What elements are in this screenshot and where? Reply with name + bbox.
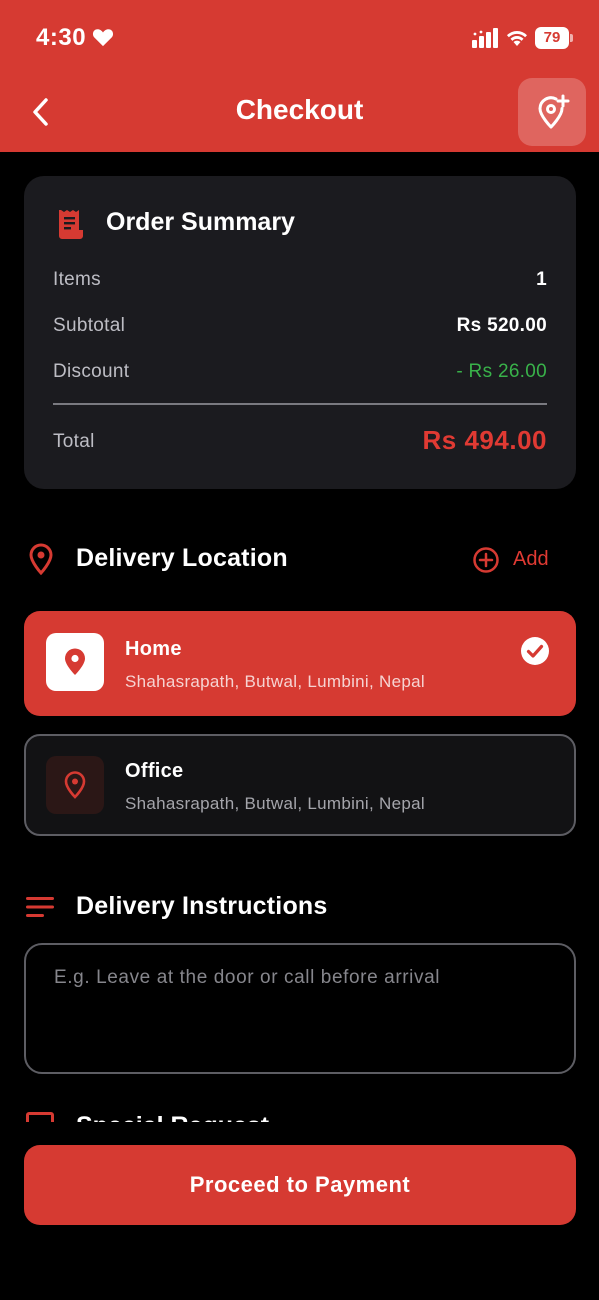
summary-divider (53, 403, 547, 405)
heart-icon (92, 29, 114, 47)
receipt-icon (59, 210, 83, 239)
wifi-icon (507, 30, 527, 46)
add-address-label: Add (513, 548, 549, 570)
summary-row-subtotal: Subtotal Rs 520.00 (53, 315, 547, 337)
total-label: Total (53, 431, 95, 452)
address-card-home[interactable]: Home Shahasrapath, Butwal, Lumbini, Nepa… (24, 611, 576, 716)
summary-row-discount: Discount - Rs 26.00 (53, 361, 547, 383)
add-address-button[interactable]: Add (472, 546, 562, 574)
special-request-title: Special Request (76, 1112, 269, 1122)
add-location-button[interactable] (518, 78, 586, 146)
address-name: Home (125, 638, 182, 660)
location-pin-icon (29, 543, 53, 575)
summary-row-items: Items 1 (53, 269, 547, 291)
delivery-instructions-input[interactable] (26, 945, 574, 1072)
subtotal-value: Rs 520.00 (456, 315, 547, 336)
battery-icon: 79 (535, 27, 575, 49)
address-name: Office (125, 760, 184, 782)
discount-label: Discount (53, 361, 130, 382)
status-bar: 4:30 79 (0, 0, 599, 76)
delivery-instructions-title: Delivery Instructions (76, 892, 328, 920)
location-pin-icon (65, 648, 85, 675)
add-location-icon (538, 94, 570, 129)
address-line: Shahasrapath, Butwal, Lumbini, Nepal (125, 794, 425, 813)
address-icon-box (46, 633, 104, 691)
address-icon-box (46, 756, 104, 814)
order-summary-heading: Order Summary (106, 208, 295, 236)
address-card-office[interactable]: Office Shahasrapath, Butwal, Lumbini, Ne… (24, 734, 576, 836)
total-value: Rs 494.00 (422, 425, 547, 455)
check-circle-icon (521, 637, 549, 665)
header-bar: 4:30 79 Checkout (0, 0, 599, 152)
address-line: Shahasrapath, Butwal, Lumbini, Nepal (125, 672, 425, 691)
add-circle-icon (473, 547, 499, 573)
location-pin-icon (64, 771, 86, 799)
subtotal-label: Subtotal (53, 315, 126, 336)
discount-value: - Rs 26.00 (456, 361, 547, 382)
special-request-section: Special Request (24, 1112, 584, 1122)
summary-row-total: Total Rs 494.00 (53, 425, 547, 455)
delivery-instructions-field[interactable] (24, 943, 576, 1074)
order-summary-card: Order Summary Items 1 Subtotal Rs 520.00… (24, 176, 576, 489)
signal-icon (472, 28, 498, 48)
battery-tip (570, 34, 573, 42)
page-title: Checkout (235, 94, 364, 125)
items-label: Items (53, 269, 101, 290)
note-icon (26, 1112, 54, 1122)
proceed-to-payment-button[interactable]: Proceed to Payment (24, 1145, 576, 1225)
battery-level: 79 (535, 27, 569, 49)
delivery-location-title: Delivery Location (76, 544, 288, 572)
status-time: 4:30 (36, 24, 87, 51)
lines-icon (26, 897, 54, 917)
items-value: 1 (536, 269, 547, 290)
